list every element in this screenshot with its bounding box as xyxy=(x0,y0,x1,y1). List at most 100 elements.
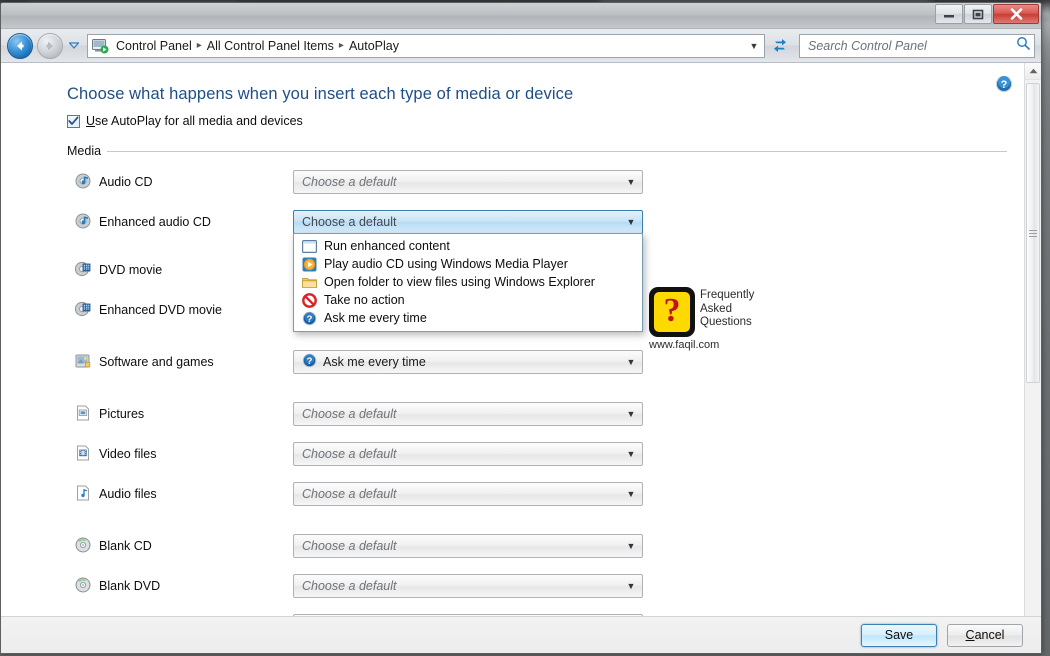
row-blank-dvd: Blank DVD Choose a default ▼ xyxy=(67,571,1041,601)
use-autoplay-checkbox[interactable] xyxy=(67,114,80,128)
row-blank-bd: Blank BD Choose a default ▼ xyxy=(67,611,1041,618)
combo-enhanced-audio-cd[interactable]: Choose a default ▼ xyxy=(293,210,643,234)
chevron-down-icon[interactable]: ▼ xyxy=(622,449,640,459)
faq-question-inner: ? xyxy=(654,292,690,332)
faq-text: Frequently Asked Questions xyxy=(700,287,754,330)
blank-disc-icon xyxy=(75,577,91,596)
row-label: Audio CD xyxy=(67,173,293,192)
breadcrumb-autoplay[interactable]: AutoPlay xyxy=(346,39,402,53)
control-panel-icon xyxy=(92,38,109,54)
media-section-header: Media xyxy=(67,144,1007,158)
row-spacer xyxy=(67,509,1041,531)
faq-url: www.faqil.com xyxy=(649,339,720,351)
dropdown-item-label: Run enhanced content xyxy=(324,239,450,253)
page-body: Choose what happens when you insert each… xyxy=(1,63,1041,618)
dropdown-item-label: Take no action xyxy=(324,293,405,307)
vertical-scrollbar[interactable] xyxy=(1024,63,1041,616)
row-label-text: Audio files xyxy=(99,487,157,501)
row-label-text: Video files xyxy=(99,447,157,461)
combo-blank-cd[interactable]: Choose a default ▼ xyxy=(293,534,643,558)
chevron-down-icon[interactable]: ▼ xyxy=(622,177,640,187)
window-controls xyxy=(935,4,1039,24)
chevron-down-icon[interactable]: ▼ xyxy=(622,217,640,227)
chevron-down-icon[interactable]: ▼ xyxy=(622,581,640,591)
minimize-button[interactable] xyxy=(935,4,963,24)
video-files-icon xyxy=(75,445,91,464)
question-icon: ? xyxy=(301,310,317,326)
folder-icon xyxy=(301,274,317,290)
chevron-down-icon[interactable]: ▼ xyxy=(622,541,640,551)
combo-blank-dvd[interactable]: Choose a default ▼ xyxy=(293,574,643,598)
row-spacer xyxy=(67,561,1041,571)
pictures-icon xyxy=(75,405,91,424)
checkbox-accesskey: U xyxy=(86,114,96,128)
dropdown-item-ask-me-every-time[interactable]: ? Ask me every time xyxy=(294,309,642,327)
footer-bar: Save Cancel xyxy=(1,617,1041,653)
navigation-bar: Control Panel ▸ All Control Panel Items … xyxy=(1,29,1041,63)
combo-value: Choose a default xyxy=(302,447,397,461)
cancel-accesskey: C xyxy=(965,628,975,642)
combo-value: Ask me every time xyxy=(323,355,426,369)
section-divider xyxy=(107,150,1007,152)
row-pictures: Pictures Choose a default ▼ xyxy=(67,399,1041,429)
combo-audio-files[interactable]: Choose a default ▼ xyxy=(293,482,643,506)
chevron-down-icon[interactable]: ▼ xyxy=(746,41,762,51)
row-label: Video files xyxy=(67,445,293,464)
dropdown-item-take-no-action[interactable]: Take no action xyxy=(294,291,642,309)
chevron-down-icon[interactable]: ▼ xyxy=(622,409,640,419)
faq-watermark: ? Frequently Asked Questions www.faqil.c… xyxy=(649,287,761,355)
maximize-button[interactable] xyxy=(964,4,992,24)
row-label: Blank BD xyxy=(67,617,293,618)
chevron-down-icon[interactable]: ▼ xyxy=(622,489,640,499)
combo-audio-cd[interactable]: Choose a default ▼ xyxy=(293,170,643,194)
combo-video-files[interactable]: Choose a default ▼ xyxy=(293,442,643,466)
combo-software-and-games[interactable]: ? Ask me every time ▼ xyxy=(293,350,643,374)
combo-value: Choose a default xyxy=(302,215,397,229)
history-dropdown-button[interactable] xyxy=(67,33,81,59)
combo-value: Choose a default xyxy=(302,579,397,593)
use-autoplay-checkbox-row[interactable]: Use AutoPlay for all media and devices xyxy=(67,114,1041,128)
row-label-text: Blank DVD xyxy=(99,579,161,593)
row-label: Blank DVD xyxy=(67,577,293,596)
autoplay-action-dropdown: Run enhanced content Play audio CD using… xyxy=(293,233,643,332)
row-label: Enhanced DVD movie xyxy=(67,301,293,320)
cancel-button[interactable]: Cancel xyxy=(947,623,1023,647)
search-input[interactable]: Search Control Panel xyxy=(808,39,1016,53)
address-bar[interactable]: Control Panel ▸ All Control Panel Items … xyxy=(87,33,765,58)
save-button[interactable]: Save xyxy=(861,623,937,647)
row-label: Software and games xyxy=(67,353,293,372)
row-blank-cd: Blank CD Choose a default ▼ xyxy=(67,531,1041,561)
faq-line-1: Frequently xyxy=(700,289,755,301)
audio-cd-icon xyxy=(75,213,91,232)
refresh-button[interactable] xyxy=(769,35,791,57)
dropdown-item-run-enhanced-content[interactable]: Run enhanced content xyxy=(294,237,642,255)
row-label: DVD movie xyxy=(67,261,293,280)
scrollbar-thumb[interactable] xyxy=(1026,83,1040,383)
combo-blank-bd[interactable]: Choose a default ▼ xyxy=(293,614,643,616)
combo-pictures[interactable]: Choose a default ▼ xyxy=(293,402,643,426)
scroll-up-button[interactable] xyxy=(1025,63,1041,80)
row-label-text: Software and games xyxy=(99,355,214,369)
dropdown-item-play-audio-cd-wmp[interactable]: Play audio CD using Windows Media Player xyxy=(294,255,642,273)
dropdown-item-open-folder-explorer[interactable]: Open folder to view files using Windows … xyxy=(294,273,642,291)
forward-button[interactable] xyxy=(37,32,63,59)
row-label-text: Enhanced DVD movie xyxy=(99,303,222,317)
cancel-label-rest: ancel xyxy=(974,628,1005,642)
breadcrumb-all-items[interactable]: All Control Panel Items xyxy=(204,39,337,53)
row-spacer xyxy=(67,429,1041,439)
control-panel-window: Control Panel ▸ All Control Panel Items … xyxy=(0,2,1042,654)
chevron-down-icon[interactable]: ▼ xyxy=(622,357,640,367)
blank-disc-icon xyxy=(75,537,91,556)
faq-question-mark-icon: ? xyxy=(649,287,695,337)
breadcrumb-control-panel[interactable]: Control Panel xyxy=(113,39,195,53)
faq-line-3: Questions xyxy=(700,316,752,329)
search-box[interactable]: Search Control Panel xyxy=(799,33,1035,58)
dropdown-item-label: Play audio CD using Windows Media Player xyxy=(324,257,568,271)
close-button[interactable] xyxy=(993,4,1039,24)
row-spacer xyxy=(67,197,1041,207)
svg-text:?: ? xyxy=(307,356,313,367)
media-player-icon xyxy=(301,256,317,272)
row-label: Enhanced audio CD xyxy=(67,213,293,232)
back-button[interactable] xyxy=(7,32,33,59)
checkbox-label-rest: se AutoPlay for all media and devices xyxy=(95,114,303,128)
